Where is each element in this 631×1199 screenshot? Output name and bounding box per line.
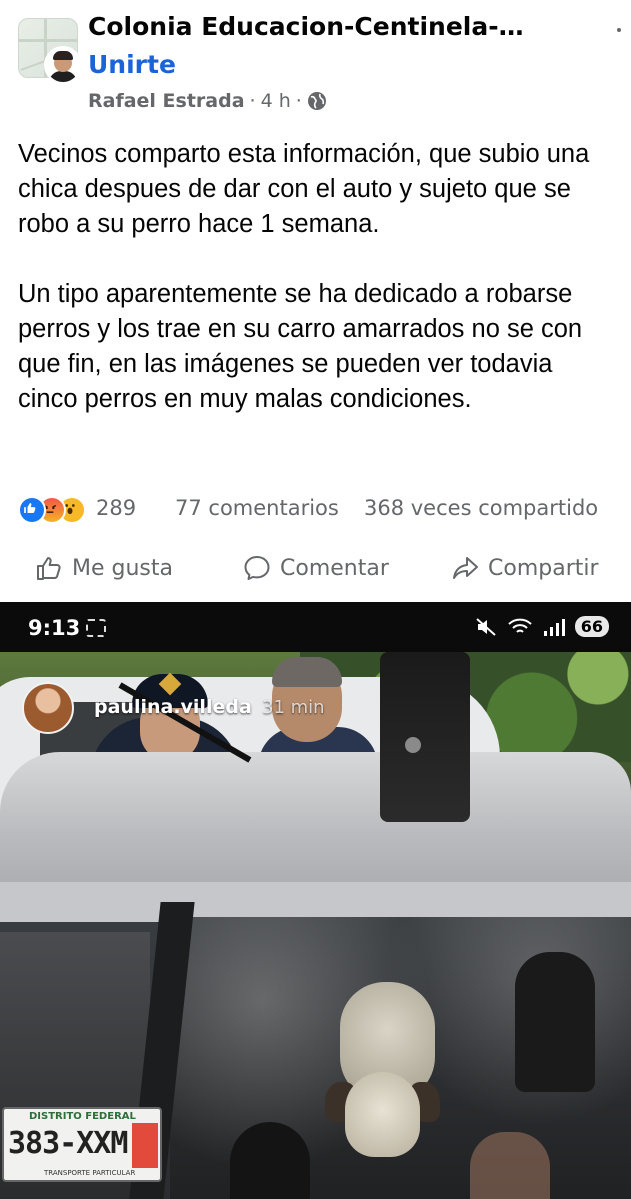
plate-state: DISTRITO FEDERAL: [29, 1111, 136, 1122]
reflection: [470, 1132, 550, 1199]
mute-icon: [476, 617, 496, 636]
globe-icon: [307, 92, 326, 110]
post-paragraph: Un tipo aparentemente se ha dedicado a r…: [18, 280, 583, 413]
like-icon: [18, 496, 46, 524]
more-options-icon[interactable]: [617, 28, 621, 32]
thumbs-up-icon: [37, 557, 61, 580]
status-time: 9:13: [28, 616, 81, 640]
share-label: Compartir: [488, 555, 599, 581]
story-username: paulina.villeda: [94, 696, 252, 718]
post-time[interactable]: 4 h: [261, 90, 291, 112]
meta-separator: ·: [249, 90, 256, 112]
like-button[interactable]: Me gusta: [34, 553, 173, 583]
man-hair: [272, 657, 342, 687]
screen-record-icon: [86, 619, 106, 637]
roof-rack-bolt: [405, 737, 421, 753]
phone-status-bar: 9:13 66: [0, 602, 631, 652]
comments-count[interactable]: 77 comentarios: [175, 496, 339, 520]
share-button[interactable]: Compartir: [450, 553, 599, 583]
meta-separator: ·: [295, 90, 302, 112]
story-time: 31 min: [262, 697, 325, 718]
reactions-bar: 289 77 comentarios 368 veces compartido: [18, 494, 618, 524]
reaction-icons[interactable]: [18, 496, 94, 524]
black-dog: [230, 1122, 310, 1199]
wifi-icon: [508, 618, 532, 633]
reaction-count[interactable]: 289: [96, 496, 136, 520]
story-avatar: [22, 682, 74, 734]
post-header: Colonia Educacion-Centinela-… Unirte Raf…: [0, 0, 631, 125]
shares-count[interactable]: 368 veces compartido: [364, 496, 598, 520]
dog-head: [345, 1072, 420, 1157]
car-seat: [515, 952, 595, 1092]
group-name-link[interactable]: Colonia Educacion-Centinela-…: [88, 12, 608, 41]
join-group-link[interactable]: Unirte: [88, 50, 176, 79]
license-plate: DISTRITO FEDERAL 383-XXM TRANSPORTE PART…: [2, 1107, 162, 1182]
action-bar: Me gusta Comentar Compartir: [0, 545, 631, 595]
share-arrow-icon: [453, 557, 478, 579]
post-paragraph: Vecinos comparto esta información, que s…: [18, 140, 590, 238]
comment-bubble-icon: [244, 556, 270, 580]
plate-red-stripe: [132, 1123, 158, 1168]
plate-footer: TRANSPORTE PARTICULAR: [44, 1169, 136, 1177]
signal-icon: [543, 618, 565, 636]
comment-button[interactable]: Comentar: [242, 553, 389, 583]
plate-number: 383-XXM: [8, 1126, 128, 1161]
post-image[interactable]: 9:13 66 paulina.villeda 31 min DISTRITO …: [0, 602, 631, 1199]
roof-rack: [380, 652, 470, 822]
battery-indicator: 66: [574, 616, 609, 637]
author-name[interactable]: Rafael Estrada: [88, 90, 245, 112]
author-avatar[interactable]: [44, 46, 82, 84]
car-roof-edge: [0, 882, 631, 922]
post-meta: Rafael Estrada · 4 h ·: [88, 90, 327, 112]
post-text: Vecinos comparto esta información, que s…: [18, 137, 618, 452]
comment-label: Comentar: [280, 555, 389, 581]
story-photo: paulina.villeda 31 min DISTRITO FEDERAL …: [0, 652, 631, 1199]
like-label: Me gusta: [72, 555, 173, 581]
